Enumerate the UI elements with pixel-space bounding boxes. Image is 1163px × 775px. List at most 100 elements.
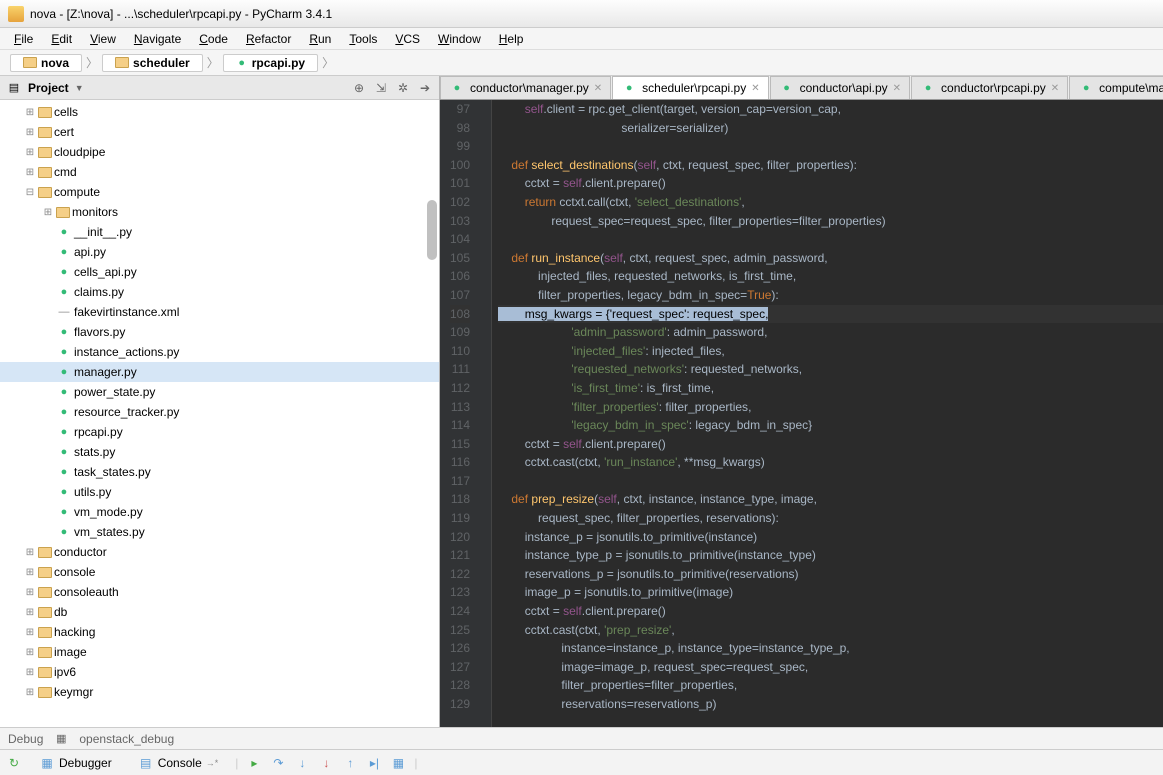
tree-node[interactable]: ●resource_tracker.py: [0, 402, 439, 422]
code-line[interactable]: self.client = rpc.get_client(target, ver…: [498, 100, 1163, 119]
menu-edit[interactable]: Edit: [43, 30, 80, 48]
close-icon[interactable]: ✕: [594, 83, 602, 94]
code-line[interactable]: cctxt = self.client.prepare(): [498, 174, 1163, 193]
breadcrumb-item[interactable]: nova: [10, 54, 82, 72]
tree-node[interactable]: ●api.py: [0, 242, 439, 262]
code-line[interactable]: instance=instance_p, instance_type=insta…: [498, 639, 1163, 658]
tree-node[interactable]: ⊞cert: [0, 122, 439, 142]
tree-node[interactable]: ⊞cmd: [0, 162, 439, 182]
menu-vcs[interactable]: VCS: [387, 30, 428, 48]
tree-toggle-icon[interactable]: ⊞: [24, 547, 36, 558]
tree-node[interactable]: ⊞db: [0, 602, 439, 622]
code-line[interactable]: return cctxt.call(ctxt, 'select_destinat…: [498, 193, 1163, 212]
code-line[interactable]: def select_destinations(self, ctxt, requ…: [498, 156, 1163, 175]
menu-navigate[interactable]: Navigate: [126, 30, 189, 48]
close-icon[interactable]: ✕: [1051, 83, 1059, 94]
fold-gutter[interactable]: [478, 100, 492, 727]
editor-tab[interactable]: ●conductor\rpcapi.py✕: [911, 76, 1068, 99]
tree-toggle-icon[interactable]: ⊞: [24, 607, 36, 618]
tree-node[interactable]: ⊟compute: [0, 182, 439, 202]
tree-node[interactable]: ⊞conductor: [0, 542, 439, 562]
tree-node[interactable]: ●power_state.py: [0, 382, 439, 402]
console-tab[interactable]: ▤ Console →*: [129, 752, 228, 774]
code-line[interactable]: injected_files, requested_networks, is_f…: [498, 267, 1163, 286]
code-line[interactable]: filter_properties, legacy_bdm_in_spec=Tr…: [498, 286, 1163, 305]
project-tree[interactable]: ⊞cells⊞cert⊞cloudpipe⊞cmd⊟compute⊞monito…: [0, 100, 439, 727]
code-line[interactable]: image=image_p, request_spec=request_spec…: [498, 658, 1163, 677]
tree-node[interactable]: ●stats.py: [0, 442, 439, 462]
debugger-tab[interactable]: ▦ Debugger: [30, 752, 121, 774]
tree-toggle-icon[interactable]: ⊞: [42, 207, 54, 218]
close-icon[interactable]: ✕: [893, 83, 901, 94]
menu-refactor[interactable]: Refactor: [238, 30, 299, 48]
menu-tools[interactable]: Tools: [341, 30, 385, 48]
tree-toggle-icon[interactable]: ⊞: [24, 167, 36, 178]
force-step-icon[interactable]: ↓: [318, 755, 334, 771]
tree-toggle-icon[interactable]: ⊞: [24, 107, 36, 118]
breadcrumb-item[interactable]: scheduler: [102, 54, 203, 72]
tree-node[interactable]: ●vm_states.py: [0, 522, 439, 542]
tree-node[interactable]: ●manager.py: [0, 362, 439, 382]
code-line[interactable]: cctxt = self.client.prepare(): [498, 602, 1163, 621]
code-line[interactable]: 'legacy_bdm_in_spec': legacy_bdm_in_spec…: [498, 416, 1163, 435]
scrollbar-thumb[interactable]: [427, 200, 437, 260]
tree-node[interactable]: ⊞ipv6: [0, 662, 439, 682]
hide-icon[interactable]: ➔: [417, 80, 433, 96]
code-line[interactable]: serializer=serializer): [498, 119, 1163, 138]
tree-toggle-icon[interactable]: ⊞: [24, 667, 36, 678]
tree-toggle-icon[interactable]: ⊟: [24, 187, 36, 198]
tree-node[interactable]: ●claims.py: [0, 282, 439, 302]
code-line[interactable]: filter_properties=filter_properties,: [498, 676, 1163, 695]
tree-node[interactable]: ●utils.py: [0, 482, 439, 502]
tree-node[interactable]: ●rpcapi.py: [0, 422, 439, 442]
editor-tab[interactable]: ●conductor\api.py✕: [770, 76, 910, 99]
tree-node[interactable]: ⊞cells: [0, 102, 439, 122]
tree-toggle-icon[interactable]: ⊞: [24, 647, 36, 658]
tree-node[interactable]: ⊞monitors: [0, 202, 439, 222]
tree-toggle-icon[interactable]: ⊞: [24, 147, 36, 158]
code-line[interactable]: request_spec, filter_properties, reserva…: [498, 509, 1163, 528]
evaluate-icon[interactable]: ▦: [390, 755, 406, 771]
gear-icon[interactable]: ✲: [395, 80, 411, 96]
breadcrumb-item[interactable]: ●rpcapi.py: [223, 54, 318, 72]
tree-toggle-icon[interactable]: ⊞: [24, 587, 36, 598]
code-line[interactable]: cctxt = self.client.prepare(): [498, 435, 1163, 454]
dropdown-icon[interactable]: ▼: [75, 83, 84, 93]
tree-toggle-icon[interactable]: ⊞: [24, 627, 36, 638]
tree-node[interactable]: ⊞hacking: [0, 622, 439, 642]
menu-file[interactable]: File: [6, 30, 41, 48]
source[interactable]: self.client = rpc.get_client(target, ver…: [492, 100, 1163, 727]
editor-tab[interactable]: ●compute\ma✕: [1069, 76, 1163, 99]
menu-view[interactable]: View: [82, 30, 124, 48]
code-line[interactable]: cctxt.cast(ctxt, 'prep_resize',: [498, 621, 1163, 640]
code-line[interactable]: [498, 230, 1163, 249]
menu-code[interactable]: Code: [191, 30, 236, 48]
tree-toggle-icon[interactable]: ⊞: [24, 687, 36, 698]
run-to-icon[interactable]: ▸|: [366, 755, 382, 771]
tree-node[interactable]: ⊞consoleauth: [0, 582, 439, 602]
step-over-icon[interactable]: ↷: [270, 755, 286, 771]
tree-toggle-icon[interactable]: ⊞: [24, 567, 36, 578]
step-out-icon[interactable]: ↑: [342, 755, 358, 771]
target-icon[interactable]: ⊕: [351, 80, 367, 96]
code-line[interactable]: 'injected_files': injected_files,: [498, 342, 1163, 361]
tree-node[interactable]: ⊞image: [0, 642, 439, 662]
tree-node[interactable]: ●cells_api.py: [0, 262, 439, 282]
tree-node[interactable]: ●instance_actions.py: [0, 342, 439, 362]
code-line[interactable]: cctxt.cast(ctxt, 'run_instance', **msg_k…: [498, 453, 1163, 472]
tree-node[interactable]: —fakevirtinstance.xml: [0, 302, 439, 322]
tree-node[interactable]: ●vm_mode.py: [0, 502, 439, 522]
code-line[interactable]: 'requested_networks': requested_networks…: [498, 360, 1163, 379]
resume-icon[interactable]: ▸: [246, 755, 262, 771]
code-line[interactable]: reservations_p = jsonutils.to_primitive(…: [498, 565, 1163, 584]
tree-node[interactable]: ⊞cloudpipe: [0, 142, 439, 162]
menu-help[interactable]: Help: [491, 30, 532, 48]
code-line[interactable]: instance_p = jsonutils.to_primitive(inst…: [498, 528, 1163, 547]
code-line[interactable]: instance_type_p = jsonutils.to_primitive…: [498, 546, 1163, 565]
tree-node[interactable]: ●task_states.py: [0, 462, 439, 482]
menu-run[interactable]: Run: [301, 30, 339, 48]
tree-node[interactable]: ⊞console: [0, 562, 439, 582]
code-line[interactable]: [498, 137, 1163, 156]
code-line[interactable]: 'is_first_time': is_first_time,: [498, 379, 1163, 398]
code-line[interactable]: 'filter_properties': filter_properties,: [498, 398, 1163, 417]
